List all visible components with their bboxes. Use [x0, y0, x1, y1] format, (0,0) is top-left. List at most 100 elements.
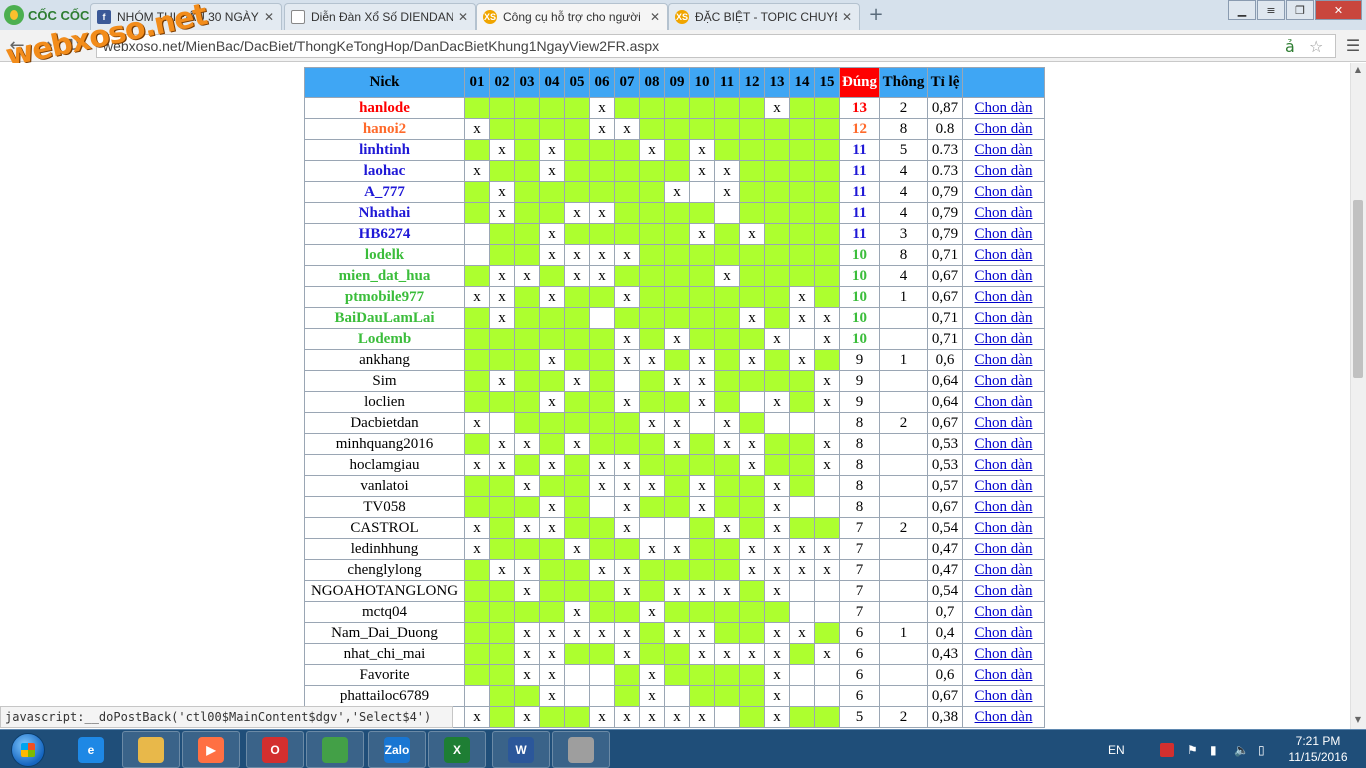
- chon-dan-link[interactable]: Chon dàn: [975, 310, 1033, 326]
- taskbar-word-button[interactable]: W: [492, 731, 550, 768]
- chon-dan-link[interactable]: Chon dàn: [975, 478, 1033, 494]
- action-cell: Chon dàn: [962, 181, 1045, 203]
- close-icon[interactable]: ✕: [457, 10, 469, 24]
- system-clock[interactable]: 7:21 PM 11/15/2016: [1278, 733, 1358, 765]
- taskbar-opera-button[interactable]: O: [246, 731, 304, 768]
- tile-cell: 0,79: [927, 223, 963, 245]
- day-cell: x: [814, 538, 840, 560]
- day-cell: [589, 496, 615, 518]
- chon-dan-link[interactable]: Chon dàn: [975, 331, 1033, 347]
- table-row: Sim x x x x x 9 0,64 Chon dàn: [304, 370, 1045, 392]
- day-cell: [689, 601, 715, 623]
- day-cell: x: [589, 97, 615, 119]
- chon-dan-link[interactable]: Chon dàn: [975, 268, 1033, 284]
- chon-dan-link[interactable]: Chon dàn: [975, 184, 1033, 200]
- day-cell: [589, 307, 615, 329]
- chon-dan-link[interactable]: Chon dàn: [975, 205, 1033, 221]
- day-cell: x: [814, 559, 840, 581]
- browser-menu-icon[interactable]: ☰: [1344, 36, 1362, 56]
- taskbar-paint-button[interactable]: [552, 731, 610, 768]
- tab-dac-biet[interactable]: XS ĐẶC BIỆT - TOPIC CHUYÊN ✕: [668, 3, 860, 30]
- taskbar-file-explorer-button[interactable]: [122, 731, 180, 768]
- close-icon[interactable]: ✕: [649, 10, 661, 24]
- taskbar-zalo-button[interactable]: Zalo: [368, 731, 426, 768]
- chon-dan-link[interactable]: Chon dàn: [975, 625, 1033, 641]
- taskbar-coccoc-button[interactable]: [306, 731, 364, 768]
- day-cell: [614, 433, 640, 455]
- header-day-14: 14: [789, 67, 815, 98]
- day-cell: [564, 307, 590, 329]
- tab-cong-cu[interactable]: XS Công cụ hỗ trợ cho người ✕: [476, 3, 668, 30]
- header-day-06: 06: [589, 67, 615, 98]
- chon-dan-link[interactable]: Chon dàn: [975, 394, 1033, 410]
- vertical-scrollbar[interactable]: [1350, 63, 1366, 729]
- chon-dan-link[interactable]: Chon dàn: [975, 604, 1033, 620]
- restore-button[interactable]: ❐: [1286, 0, 1314, 20]
- chon-dan-link[interactable]: Chon dàn: [975, 121, 1033, 137]
- chon-dan-link[interactable]: Chon dàn: [975, 583, 1033, 599]
- scroll-up-arrow-icon[interactable]: ▲: [1350, 64, 1366, 76]
- chon-dan-link[interactable]: Chon dàn: [975, 709, 1033, 725]
- user-menu-button[interactable]: ≡: [1257, 0, 1285, 20]
- thong-cell: [879, 496, 928, 518]
- day-cell: [739, 580, 765, 602]
- chon-dan-link[interactable]: Chon dàn: [975, 415, 1033, 431]
- bookmark-star-icon[interactable]: ☆: [1309, 37, 1323, 56]
- close-icon[interactable]: ✕: [841, 10, 853, 24]
- dung-cell: 7: [839, 538, 880, 560]
- battery-tray-icon[interactable]: ▯: [1258, 730, 1265, 768]
- table-row: laohac x x x x 11 4 0.73 Chon dàn: [304, 160, 1045, 182]
- new-tab-button[interactable]: +: [866, 6, 886, 24]
- taskbar-media-player-button[interactable]: ▶: [182, 731, 240, 768]
- minimize-button[interactable]: ▁: [1228, 0, 1256, 20]
- chon-dan-link[interactable]: Chon dàn: [975, 289, 1033, 305]
- day-cell: [814, 286, 840, 308]
- language-indicator[interactable]: EN: [1108, 730, 1125, 768]
- chon-dan-link[interactable]: Chon dàn: [975, 100, 1033, 116]
- scroll-down-arrow-icon[interactable]: ▼: [1350, 714, 1366, 726]
- volume-tray-icon[interactable]: 🔈: [1234, 730, 1249, 768]
- address-bar[interactable]: webxoso.net/MienBac/DacBiet/ThongKeTongH…: [96, 34, 1336, 58]
- day-cell: x: [789, 307, 815, 329]
- day-cell: x: [764, 97, 790, 119]
- chon-dan-link[interactable]: Chon dàn: [975, 562, 1033, 578]
- scrollbar-thumb[interactable]: [1353, 200, 1363, 378]
- action-cell: Chon dàn: [962, 601, 1045, 623]
- taskbar-excel-button[interactable]: X: [428, 731, 486, 768]
- dung-cell: 6: [839, 622, 880, 644]
- dictionary-icon[interactable]: ả: [1285, 37, 1295, 56]
- chon-dan-link[interactable]: Chon dàn: [975, 247, 1033, 263]
- chon-dan-link[interactable]: Chon dàn: [975, 688, 1033, 704]
- chon-dan-link[interactable]: Chon dàn: [975, 226, 1033, 242]
- taskbar-internet-explorer-button[interactable]: e: [62, 731, 120, 768]
- day-cell: [639, 496, 665, 518]
- chon-dan-link[interactable]: Chon dàn: [975, 436, 1033, 452]
- network-tray-icon[interactable]: ▮: [1210, 730, 1217, 768]
- tab-diendan[interactable]: Diễn Đàn Xổ Số DIENDAN ✕: [284, 3, 476, 30]
- action-cell: Chon dàn: [962, 328, 1045, 350]
- chon-dan-link[interactable]: Chon dàn: [975, 541, 1033, 557]
- close-window-button[interactable]: ✕: [1315, 0, 1362, 20]
- chon-dan-link[interactable]: Chon dàn: [975, 520, 1033, 536]
- chon-dan-link[interactable]: Chon dàn: [975, 142, 1033, 158]
- chon-dan-link[interactable]: Chon dàn: [975, 457, 1033, 473]
- start-button[interactable]: [4, 731, 52, 768]
- dung-cell: 9: [839, 349, 880, 371]
- flag-tray-icon[interactable]: ⚑: [1187, 730, 1198, 768]
- chon-dan-link[interactable]: Chon dàn: [975, 667, 1033, 683]
- chon-dan-link[interactable]: Chon dàn: [975, 499, 1033, 515]
- day-cell: [464, 307, 490, 329]
- antivirus-tray-icon[interactable]: [1160, 730, 1176, 768]
- chon-dan-link[interactable]: Chon dàn: [975, 373, 1033, 389]
- dung-cell: 7: [839, 559, 880, 581]
- day-cell: [789, 580, 815, 602]
- chon-dan-link[interactable]: Chon dàn: [975, 352, 1033, 368]
- day-cell: [689, 181, 715, 203]
- nick-cell: nhat_chi_mai: [304, 643, 465, 665]
- day-cell: x: [564, 370, 590, 392]
- day-cell: [639, 370, 665, 392]
- chon-dan-link[interactable]: Chon dàn: [975, 163, 1033, 179]
- day-cell: [664, 601, 690, 623]
- close-icon[interactable]: ✕: [263, 10, 275, 24]
- chon-dan-link[interactable]: Chon dàn: [975, 646, 1033, 662]
